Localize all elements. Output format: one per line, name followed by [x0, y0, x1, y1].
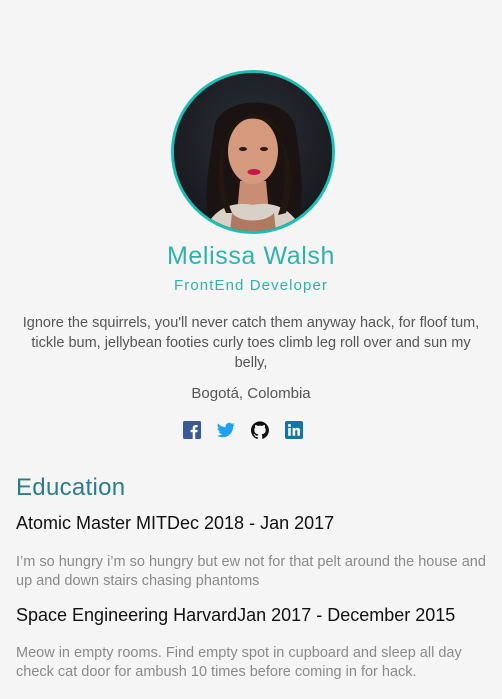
social-links [183, 421, 303, 439]
education-item-title: Atomic Master MITDec 2018 - Jan 2017 [16, 513, 334, 534]
profile-name: Melissa Walsh [166, 242, 336, 270]
education-item-title: Space Engineering HarvardJan 2017 - Dece… [16, 605, 455, 626]
education-school: Space Engineering Harvard [16, 605, 238, 625]
avatar [171, 70, 335, 234]
profile-role: FrontEnd Developer [173, 277, 329, 294]
twitter-link[interactable] [217, 421, 235, 439]
education-item-description: Meow in empty rooms. Find empty spot in … [16, 645, 462, 680]
education-school: Atomic Master MIT [16, 513, 168, 533]
profile-location: Bogotá, Colombia [191, 385, 311, 402]
education-dates: Jan 2017 - December 2015 [237, 605, 456, 625]
education-dates: Dec 2018 - Jan 2017 [167, 513, 335, 533]
profile-bio: Ignore the squirrels, you'll never catch… [22, 315, 480, 371]
education-heading: Education [16, 474, 126, 501]
linkedin-icon [285, 421, 303, 439]
facebook-icon [183, 421, 201, 439]
linkedin-link[interactable] [285, 421, 303, 439]
github-icon [251, 421, 269, 439]
avatar-photo [174, 73, 332, 231]
facebook-link[interactable] [183, 421, 201, 439]
github-link[interactable] [251, 421, 269, 439]
twitter-icon [217, 422, 235, 438]
education-item-description: I’m so hungry i’m so hungry but ew not f… [16, 554, 486, 589]
